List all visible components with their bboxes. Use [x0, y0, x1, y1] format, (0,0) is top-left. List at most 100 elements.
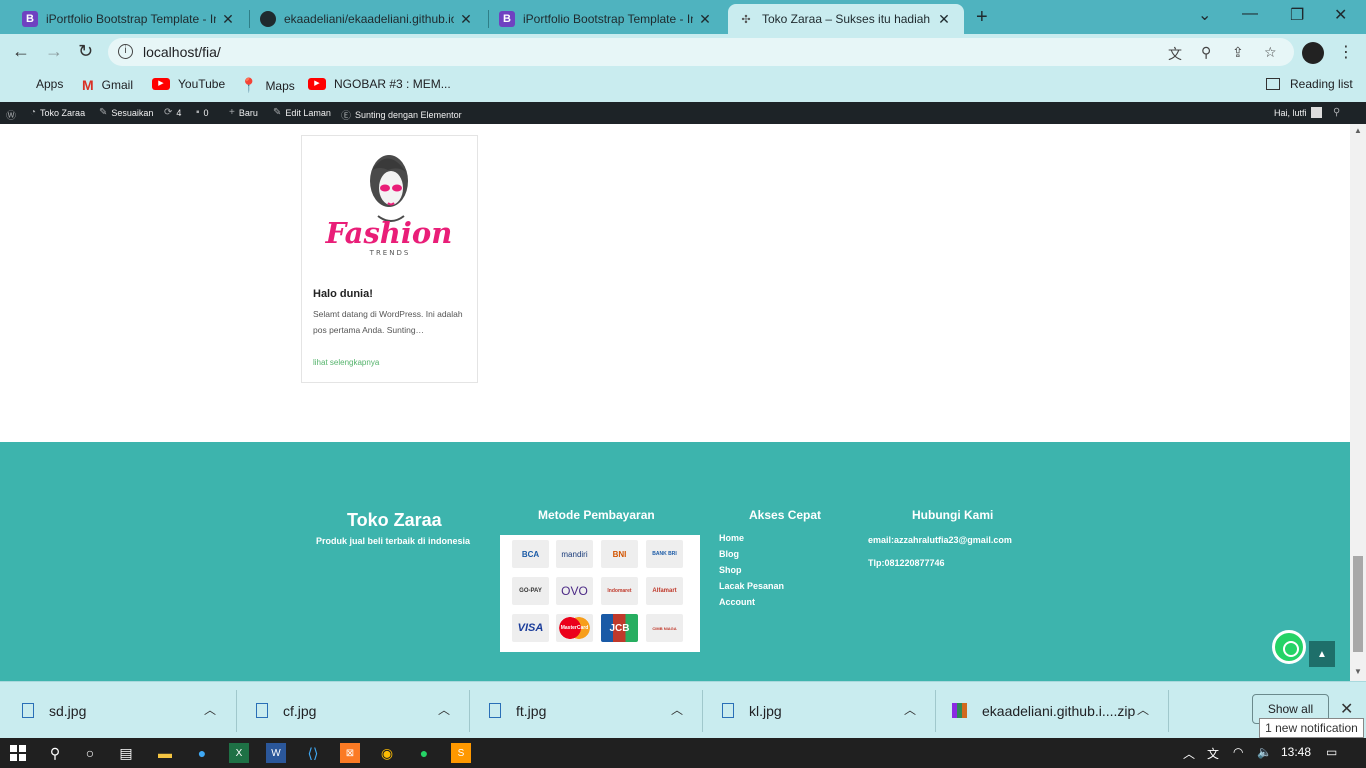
close-icon[interactable]: ✕: [936, 11, 952, 28]
site-icon: ✣: [741, 13, 751, 26]
close-icon[interactable]: ✕: [458, 11, 474, 28]
close-icon[interactable]: ✕: [1340, 699, 1353, 719]
read-more-link[interactable]: lihat selengkapnya: [313, 358, 379, 367]
chevron-up-icon[interactable]: ︿: [671, 701, 683, 718]
chevron-up-icon[interactable]: ︿: [1137, 701, 1149, 718]
search-icon[interactable]: ⚲: [45, 743, 65, 763]
github-icon: [260, 11, 276, 27]
download-filename: cf.jpg: [283, 702, 317, 719]
zip-archive-icon: [952, 703, 967, 718]
wp-comments-link[interactable]: ▪ 0: [196, 107, 209, 118]
footer-link-shop[interactable]: Shop: [719, 562, 784, 578]
new-tab-button[interactable]: +: [976, 6, 988, 29]
tab-toko-zaraa[interactable]: ✣ Toko Zaraa – Sukses itu hadiah b ✕: [728, 4, 964, 34]
chevron-up-icon[interactable]: ︿: [904, 701, 916, 718]
forward-arrow-icon[interactable]: →: [45, 41, 63, 62]
windows-start-icon[interactable]: [8, 743, 28, 763]
volume-icon[interactable]: 🔈: [1257, 745, 1272, 759]
site-info-icon[interactable]: i: [118, 44, 133, 59]
bookmarks-bar: Apps M Gmail ▶ YouTube 📍 Maps ▶ NGOBAR #…: [0, 70, 1366, 102]
apps-grid-icon: [14, 77, 28, 91]
restore-button[interactable]: ❐: [1290, 5, 1304, 25]
language-icon[interactable]: ⽂: [1207, 745, 1219, 762]
footer-link-blog[interactable]: Blog: [719, 546, 784, 562]
footer-link-track-order[interactable]: Lacak Pesanan: [719, 578, 784, 594]
tray-chevron-up-icon[interactable]: ︿: [1183, 745, 1195, 762]
word-icon[interactable]: W: [266, 743, 286, 763]
wp-avatar: [1310, 107, 1322, 118]
bootstrap-icon: B: [22, 11, 38, 27]
sublime-icon[interactable]: S: [451, 743, 471, 763]
image-file-icon: [489, 703, 501, 718]
download-item[interactable]: kl.jpg ︿: [700, 682, 934, 739]
jcb-logo: JCB: [601, 614, 638, 642]
scroll-thumb[interactable]: [1353, 556, 1363, 652]
wifi-icon[interactable]: ◠: [1233, 745, 1243, 759]
page-scrollbar[interactable]: ▲ ▼: [1350, 124, 1366, 681]
whatsapp-taskbar-icon[interactable]: ●: [414, 743, 434, 763]
wp-new-link[interactable]: + Baru: [229, 107, 258, 118]
chrome-icon[interactable]: ◉: [377, 743, 397, 763]
bookmark-gmail[interactable]: M Gmail: [82, 77, 133, 93]
contact-email[interactable]: email:azzahralutfia23@gmail.com: [868, 535, 1012, 545]
url-text[interactable]: localhost/fia/: [143, 44, 221, 60]
wp-elementor-link[interactable]: Ⓔ Sunting dengan Elementor: [341, 107, 462, 123]
task-view-icon[interactable]: ▤: [116, 743, 136, 763]
address-bar[interactable]: i localhost/fia/ ⽂ ⚲ ⇪ ☆: [108, 38, 1294, 66]
post-title[interactable]: Halo dunia!: [313, 288, 373, 300]
edge-icon[interactable]: ●: [192, 743, 212, 763]
download-item[interactable]: ft.jpg ︿: [467, 682, 701, 739]
wp-account-menu[interactable]: Hai, lutfi: [1274, 107, 1322, 118]
translate-icon[interactable]: ⽂: [1168, 44, 1182, 64]
wp-updates-link[interactable]: ⟳ 4: [164, 107, 181, 118]
footer-link-home[interactable]: Home: [719, 530, 784, 546]
image-file-icon: [722, 703, 734, 718]
whatsapp-icon[interactable]: [1272, 630, 1306, 664]
bookmark-ngobar[interactable]: ▶ NGOBAR #3 : MEM...: [308, 77, 451, 91]
scroll-to-top-button[interactable]: ▲: [1309, 641, 1335, 667]
bookmark-maps[interactable]: 📍 Maps: [240, 77, 295, 94]
download-item[interactable]: sd.jpg ︿: [0, 682, 234, 739]
contact-phone[interactable]: Tlp:081220877746: [868, 558, 945, 568]
payment-heading: Metode Pembayaran: [538, 508, 655, 522]
menu-kebab-icon[interactable]: ⋮: [1338, 42, 1354, 62]
cortana-icon[interactable]: ○: [80, 743, 100, 763]
excel-icon[interactable]: X: [229, 743, 249, 763]
profile-avatar[interactable]: [1302, 42, 1324, 64]
download-item[interactable]: cf.jpg ︿: [234, 682, 468, 739]
tab-github[interactable]: ekaadeliani/ekaadeliani.github.io ✕: [250, 4, 484, 34]
bookmark-apps[interactable]: Apps: [14, 77, 63, 91]
close-window-button[interactable]: ✕: [1334, 5, 1347, 25]
dashboard-icon: ◔: [30, 107, 37, 118]
tab-search-icon[interactable]: ⌄: [1198, 5, 1211, 25]
close-icon[interactable]: ✕: [220, 11, 236, 28]
zoom-icon[interactable]: ⚲: [1201, 44, 1211, 61]
close-icon[interactable]: ✕: [697, 11, 713, 28]
back-arrow-icon[interactable]: ←: [12, 41, 30, 62]
xampp-icon[interactable]: ⊠: [340, 743, 360, 763]
footer-link-account[interactable]: Account: [719, 594, 784, 610]
wp-site-link[interactable]: ◔ Toko Zaraa: [30, 107, 85, 118]
reading-list-button[interactable]: Reading list: [1266, 77, 1353, 91]
chevron-up-icon[interactable]: ︿: [204, 701, 216, 718]
bookmark-youtube[interactable]: ▶ YouTube: [152, 77, 225, 91]
file-explorer-icon[interactable]: ▬: [155, 743, 175, 763]
reload-icon[interactable]: ↻: [78, 41, 93, 62]
download-item[interactable]: ekaadeliani.github.i....zip ︿: [933, 682, 1167, 739]
bookmark-star-icon[interactable]: ☆: [1264, 44, 1277, 61]
wordpress-logo-icon[interactable]: Ⓦ: [6, 107, 20, 122]
notification-center-icon[interactable]: ▭: [1326, 745, 1337, 759]
scroll-up-arrow-icon[interactable]: ▲: [1354, 126, 1362, 135]
minimize-button[interactable]: —: [1242, 5, 1258, 23]
wp-search-icon[interactable]: ⚲: [1333, 107, 1344, 118]
tab-iportfolio-2[interactable]: B iPortfolio Bootstrap Template - In ✕: [489, 4, 723, 34]
wp-customize-link[interactable]: ✎ Sesuaikan: [99, 107, 153, 118]
clock-time[interactable]: 13:48: [1281, 745, 1311, 759]
wp-edit-page-link[interactable]: ✎ Edit Laman: [273, 107, 331, 118]
scroll-down-arrow-icon[interactable]: ▼: [1354, 667, 1362, 676]
tab-iportfolio-1[interactable]: B iPortfolio Bootstrap Template - In ✕: [12, 4, 246, 34]
share-icon[interactable]: ⇪: [1232, 44, 1244, 61]
chevron-up-icon[interactable]: ︿: [438, 701, 450, 718]
vscode-icon[interactable]: ⟨⟩: [303, 743, 323, 763]
post-thumbnail[interactable]: Fashion TRENDS: [302, 136, 477, 271]
